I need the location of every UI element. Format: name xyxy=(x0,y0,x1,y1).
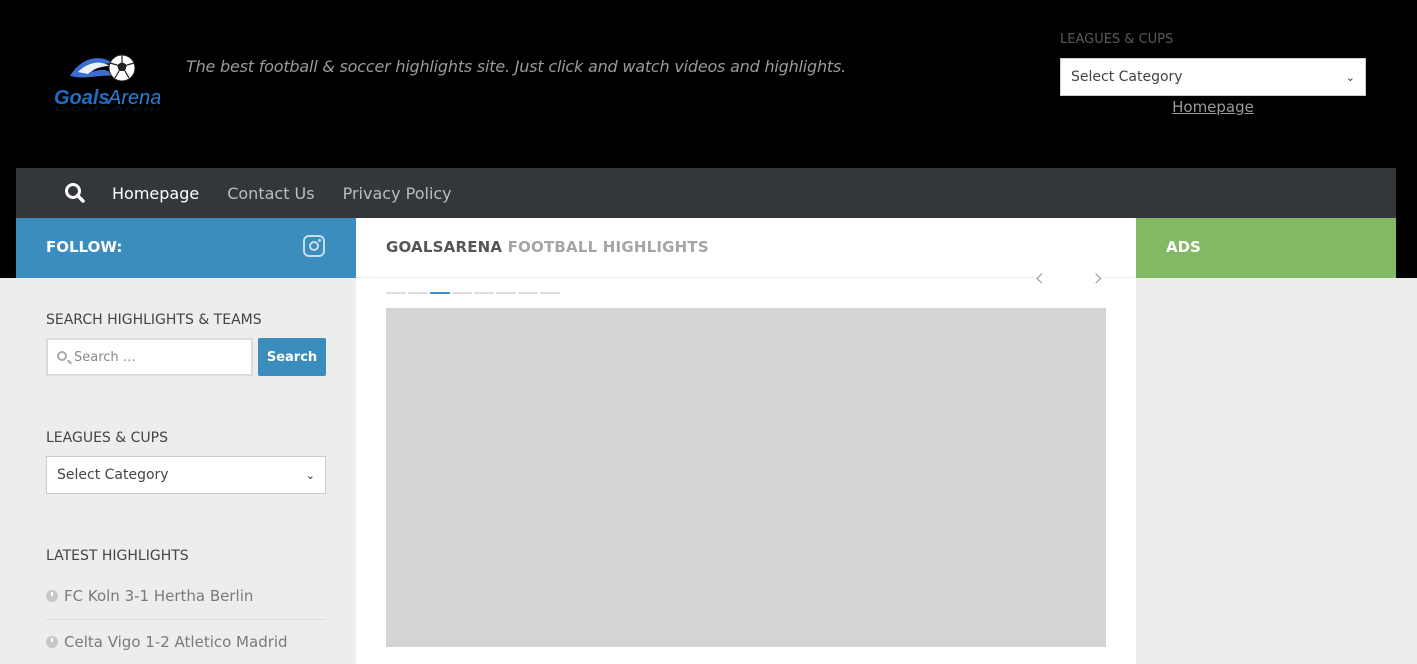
divider xyxy=(356,277,1136,278)
section-title: GOALSARENA FOOTBALL HIGHLIGHTS xyxy=(386,238,709,256)
leagues-category-select-value: Select Category xyxy=(57,467,169,483)
section-title-main: GOALSARENA xyxy=(386,238,503,256)
header-widget-title: LEAGUES & CUPS xyxy=(1060,32,1174,47)
search-input[interactable]: Search … xyxy=(46,338,253,376)
site-logo[interactable]: Goals Arena GoalsArena xyxy=(52,46,166,118)
highlight-item-label: FC Koln 3-1 Hertha Berlin xyxy=(64,587,254,605)
slider-dot[interactable] xyxy=(408,292,428,294)
header-homepage-link[interactable]: Homepage xyxy=(1060,98,1366,116)
slider-dot[interactable] xyxy=(518,292,538,294)
nav-item-contact-us[interactable]: Contact Us xyxy=(227,184,314,203)
slider-dot[interactable] xyxy=(386,292,406,294)
slider-dot[interactable] xyxy=(540,292,560,294)
highlight-item-label: Celta Vigo 1-2 Atletico Madrid xyxy=(64,633,288,651)
slider-dot[interactable] xyxy=(430,292,450,294)
chevron-left-icon[interactable]: ‹ xyxy=(1034,265,1044,291)
ads-bar: ADS xyxy=(1136,218,1396,278)
header-category-select[interactable]: Select Category ⌄ xyxy=(1060,58,1366,96)
highlight-item[interactable]: FC Koln 3-1 Hertha Berlin xyxy=(46,573,326,619)
search-button[interactable]: Search xyxy=(258,338,326,376)
chevron-down-icon: ⌄ xyxy=(305,468,315,482)
slider-dot[interactable] xyxy=(452,292,472,294)
header-category-select-value: Select Category xyxy=(1071,69,1183,85)
svg-text:GoalsArena: GoalsArena xyxy=(54,105,160,113)
search-input-placeholder: Search … xyxy=(74,349,136,365)
clock-icon xyxy=(46,590,58,602)
follow-label: FOLLOW: xyxy=(46,238,123,256)
nav-item-privacy-policy[interactable]: Privacy Policy xyxy=(343,184,452,203)
ads-label: ADS xyxy=(1166,238,1201,256)
follow-bar: FOLLOW: xyxy=(16,218,356,278)
section-title-sub: FOOTBALL HIGHLIGHTS xyxy=(507,238,709,256)
chevron-down-icon: ⌄ xyxy=(1345,70,1355,84)
search-widget-title: SEARCH HIGHLIGHTS & TEAMS xyxy=(46,312,262,328)
slider-dot[interactable] xyxy=(474,292,494,294)
leagues-widget-title: LEAGUES & CUPS xyxy=(46,430,168,446)
left-sidebar: FOLLOW: SEARCH HIGHLIGHTS & TEAMS Search… xyxy=(16,218,356,664)
right-sidebar xyxy=(1136,278,1396,664)
highlight-item[interactable]: Celta Vigo 1-2 Atletico Madrid xyxy=(46,619,326,664)
latest-highlights-title: LATEST HIGHLIGHTS xyxy=(46,548,189,564)
slider-nav: ‹ › xyxy=(1034,265,1104,291)
instagram-icon[interactable] xyxy=(303,235,325,257)
clock-icon xyxy=(46,636,58,648)
search-icon xyxy=(57,351,67,361)
video-player[interactable] xyxy=(386,308,1106,647)
search-icon[interactable] xyxy=(64,182,86,204)
slider-dot[interactable] xyxy=(496,292,516,294)
nav-item-homepage[interactable]: Homepage xyxy=(112,184,199,203)
leagues-category-select[interactable]: Select Category ⌄ xyxy=(46,456,326,494)
chevron-right-icon[interactable]: › xyxy=(1094,265,1104,291)
site-tagline: The best football & soccer highlights si… xyxy=(186,57,847,76)
main-content: GOALSARENA FOOTBALL HIGHLIGHTS ‹ › xyxy=(356,218,1136,664)
main-nav: Homepage Contact Us Privacy Policy xyxy=(16,168,1396,218)
slider-indicators xyxy=(386,292,562,294)
